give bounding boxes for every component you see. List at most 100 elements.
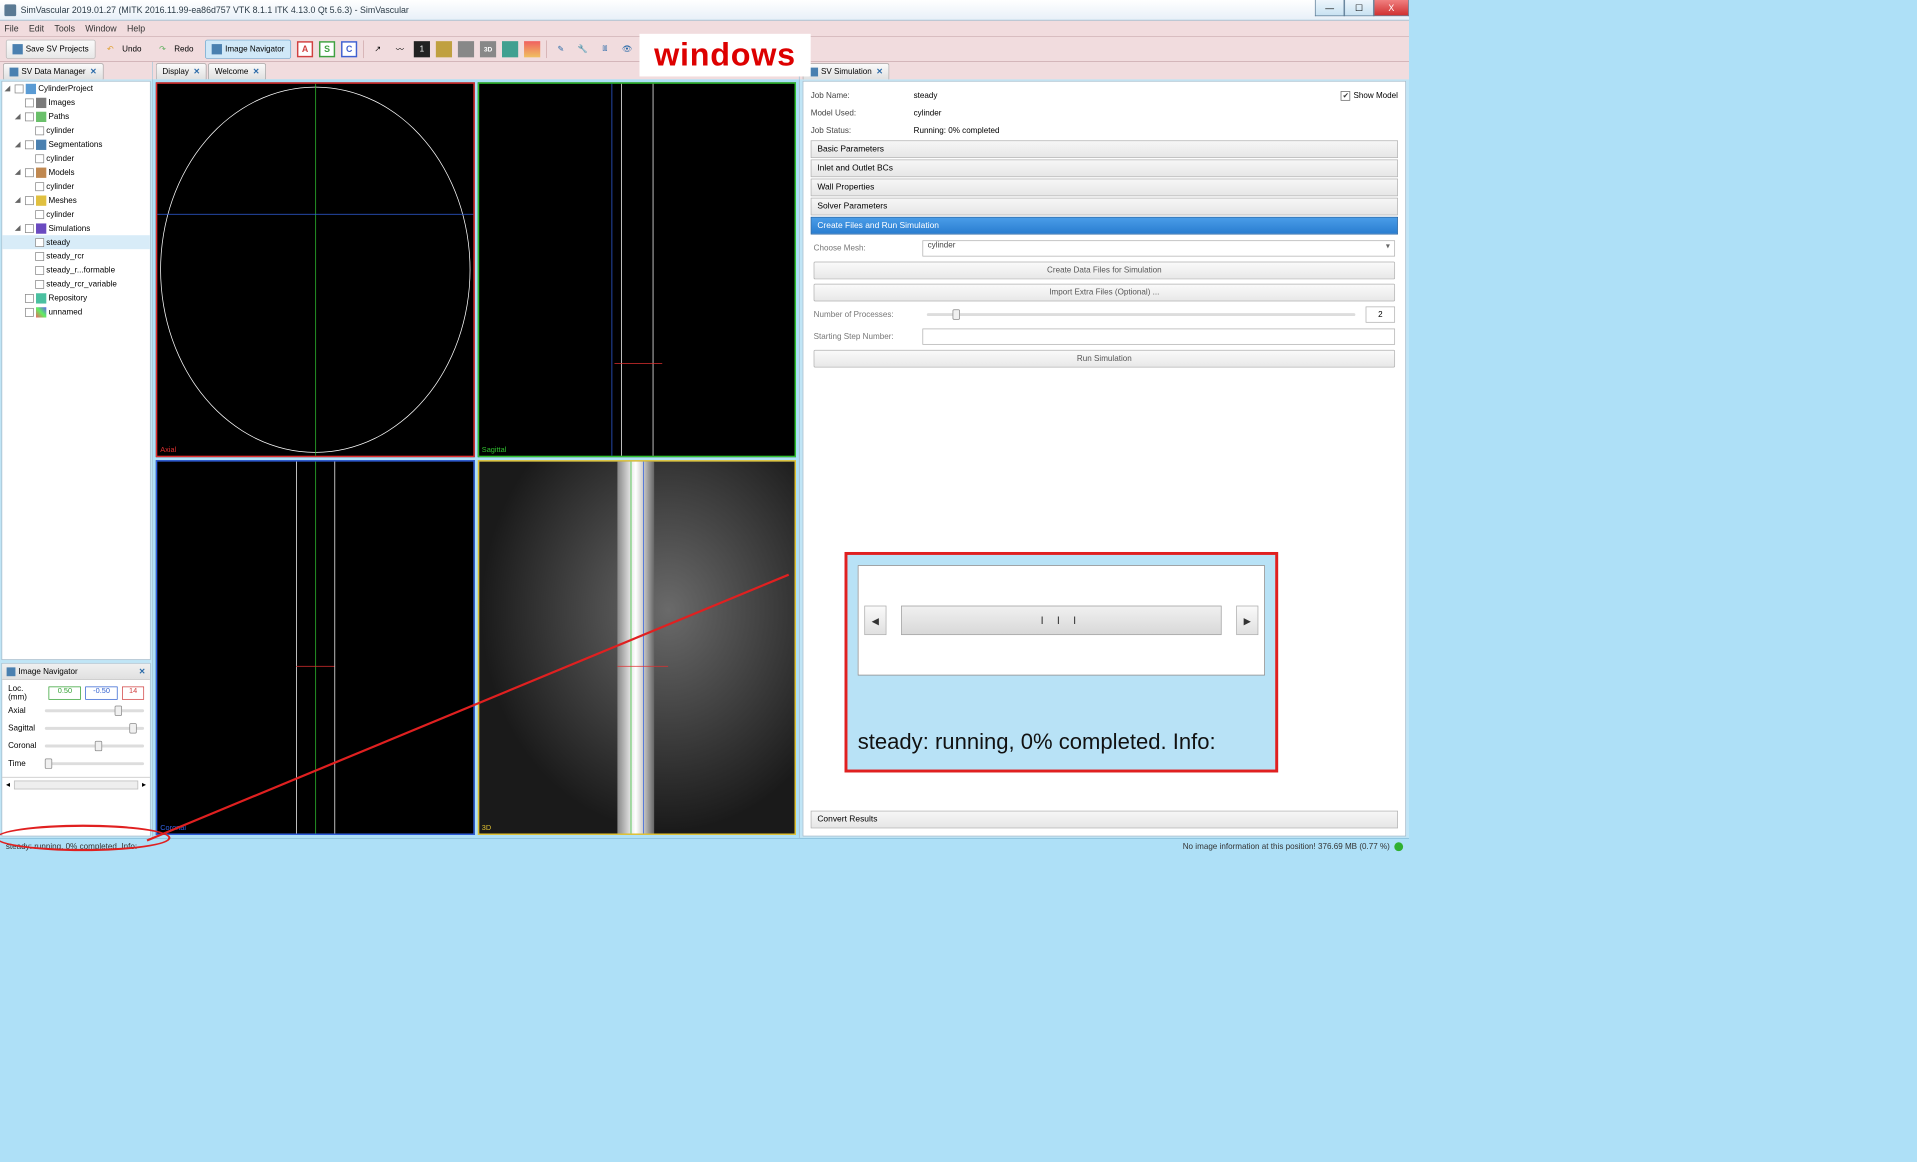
num-processes-slider[interactable] — [927, 313, 1356, 316]
job-status-value: Running: 0% completed — [914, 126, 1000, 135]
images-icon — [36, 97, 46, 107]
close-icon[interactable]: ✕ — [139, 667, 146, 677]
loc-input-1[interactable]: 0.50 — [49, 686, 81, 699]
sagittal-slider[interactable] — [45, 727, 144, 730]
show-model-label: Show Model — [1353, 91, 1398, 100]
tree-item[interactable]: steady_rcr — [46, 252, 84, 261]
num-processes-spin[interactable]: 2 — [1366, 306, 1395, 322]
title-bar: SimVascular 2019.01.27 (MITK 2016.11.99-… — [0, 0, 1409, 21]
loc-input-2[interactable]: -0.50 — [85, 686, 117, 699]
tree-models[interactable]: Models — [49, 168, 75, 177]
tree-paths[interactable]: Paths — [49, 112, 70, 121]
image-navigator-title: Image Navigator — [18, 667, 77, 676]
job-name-value: steady — [914, 91, 938, 100]
nav-scrollbar[interactable]: ◂▸ — [2, 777, 150, 792]
repository-icon — [36, 293, 46, 303]
minimize-button[interactable]: — — [1315, 0, 1344, 16]
coronal-label: Coronal — [8, 742, 40, 751]
acc-convert-results[interactable]: Convert Results — [811, 811, 1398, 829]
acc-create-run[interactable]: Create Files and Run Simulation — [811, 217, 1398, 235]
coronal-slider[interactable] — [45, 745, 144, 748]
tree-simulations[interactable]: Simulations — [49, 224, 91, 233]
tool-icon-1[interactable]: ↗ — [370, 41, 386, 57]
viewport-coronal[interactable]: Coronal — [156, 460, 475, 835]
tree-images[interactable]: Images — [49, 98, 76, 107]
starting-step-input[interactable] — [922, 329, 1395, 345]
tool-icon-7[interactable] — [502, 41, 518, 57]
tool-icon-9[interactable]: ✎ — [553, 41, 569, 57]
acc-wall-properties[interactable]: Wall Properties — [811, 179, 1398, 197]
menu-tools[interactable]: Tools — [54, 23, 75, 33]
viewport-sagittal[interactable]: Sagittal — [477, 82, 796, 457]
progress-next-button[interactable]: ▸ — [1236, 606, 1258, 635]
menu-edit[interactable]: Edit — [29, 23, 44, 33]
create-data-files-button[interactable]: Create Data Files for Simulation — [814, 262, 1395, 280]
simulations-icon — [36, 223, 46, 233]
tree-item[interactable]: steady_rcr_variable — [46, 280, 117, 289]
acc-basic-parameters[interactable]: Basic Parameters — [811, 140, 1398, 158]
models-icon — [36, 167, 46, 177]
tree-item[interactable]: cylinder — [46, 154, 74, 163]
choose-mesh-dropdown[interactable]: cylinder — [922, 240, 1395, 256]
show-model-checkbox[interactable] — [1341, 91, 1351, 101]
tree-item[interactable]: steady_r...formable — [46, 266, 115, 275]
axial-view-toggle[interactable]: A — [297, 41, 313, 57]
image-navigator-toggle[interactable]: Image Navigator — [205, 39, 291, 58]
tree-meshes[interactable]: Meshes — [49, 196, 77, 205]
tab-display[interactable]: Display✕ — [156, 63, 207, 79]
tool-icon-2[interactable]: 〰 — [392, 41, 408, 57]
close-button[interactable]: X — [1374, 0, 1409, 16]
tab-sv-data-manager[interactable]: SV Data Manager✕ — [3, 63, 103, 79]
maximize-button[interactable]: ☐ — [1344, 0, 1373, 16]
tool-icon-12[interactable]: 👁 — [619, 41, 635, 57]
close-icon[interactable]: ✕ — [876, 67, 883, 77]
viewport-3d[interactable]: 3D — [477, 460, 796, 835]
viewport-axial[interactable]: Axial — [156, 82, 475, 457]
tree-item[interactable]: cylinder — [46, 182, 74, 191]
tool-icon-3[interactable]: 1 — [414, 41, 430, 57]
tool-icon-4[interactable] — [436, 41, 452, 57]
status-bar: steady: running, 0% completed. Info: No … — [0, 838, 1409, 854]
tree-sim-steady[interactable]: steady — [46, 238, 70, 247]
model-used-value: cylinder — [914, 109, 942, 118]
close-icon[interactable]: ✕ — [253, 67, 260, 77]
tab-welcome[interactable]: Welcome✕ — [208, 63, 266, 79]
tool-icon-5[interactable] — [458, 41, 474, 57]
toolbar: Save SV Projects ↶ Undo ↷ Redo Image Nav… — [0, 37, 1409, 62]
undo-button[interactable]: ↶ Undo — [101, 39, 147, 58]
status-right: No image information at this position! 3… — [1183, 842, 1390, 851]
tree-item[interactable]: cylinder — [46, 210, 74, 219]
acc-solver-parameters[interactable]: Solver Parameters — [811, 198, 1398, 216]
status-indicator-icon — [1394, 842, 1403, 851]
sagittal-label: Sagittal — [8, 724, 40, 733]
progress-prev-button[interactable]: ◂ — [864, 606, 886, 635]
tree-project[interactable]: CylinderProject — [38, 84, 93, 93]
tool-icon-11[interactable]: ⫾⫾ — [597, 41, 613, 57]
run-simulation-button[interactable]: Run Simulation — [814, 350, 1395, 368]
menu-help[interactable]: Help — [127, 23, 145, 33]
status-callout: ◂ | | | ▸ steady: running, 0% completed.… — [845, 552, 1279, 773]
axial-slider[interactable] — [45, 709, 144, 712]
menu-window[interactable]: Window — [85, 23, 116, 33]
tree-repository[interactable]: Repository — [49, 294, 88, 303]
time-slider[interactable] — [45, 762, 144, 765]
redo-button[interactable]: ↷ Redo — [153, 39, 199, 58]
tool-icon-10[interactable]: 🔧 — [575, 41, 591, 57]
project-tree[interactable]: ◢CylinderProject Images ◢Paths cylinder … — [1, 81, 150, 660]
tool-icon-8[interactable] — [524, 41, 540, 57]
tree-item[interactable]: cylinder — [46, 126, 74, 135]
job-status-label: Job Status: — [811, 126, 907, 135]
loc-input-3[interactable]: 14 — [122, 686, 144, 699]
menu-file[interactable]: File — [4, 23, 18, 33]
tree-unnamed[interactable]: unnamed — [49, 308, 83, 317]
close-icon[interactable]: ✕ — [193, 67, 200, 77]
tab-sv-simulation[interactable]: SV Simulation✕ — [803, 63, 890, 79]
coronal-view-toggle[interactable]: C — [341, 41, 357, 57]
tree-segmentations[interactable]: Segmentations — [49, 140, 103, 149]
acc-inlet-outlet-bcs[interactable]: Inlet and Outlet BCs — [811, 159, 1398, 177]
save-projects-button[interactable]: Save SV Projects — [6, 39, 95, 58]
import-extra-files-button[interactable]: Import Extra Files (Optional) ... — [814, 284, 1395, 302]
sagittal-view-toggle[interactable]: S — [319, 41, 335, 57]
close-icon[interactable]: ✕ — [90, 67, 97, 77]
tool-icon-6[interactable]: 3D — [480, 41, 496, 57]
